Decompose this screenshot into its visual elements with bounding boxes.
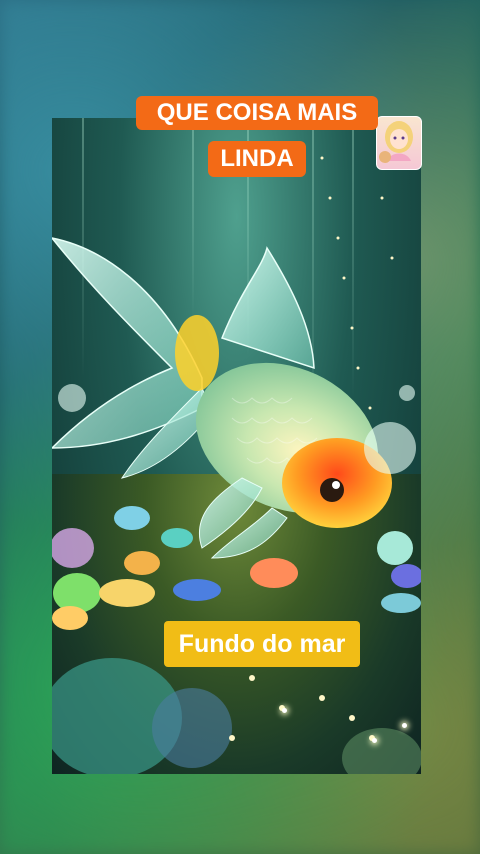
caption-top-line2: LINDA xyxy=(208,141,306,177)
goldfish-illustration xyxy=(52,156,421,774)
caption-top-line1: QUE COISA MAIS xyxy=(136,96,378,130)
avatar xyxy=(376,116,422,170)
goldfish-photo xyxy=(52,118,421,774)
caption-bottom: Fundo do mar xyxy=(164,621,360,667)
